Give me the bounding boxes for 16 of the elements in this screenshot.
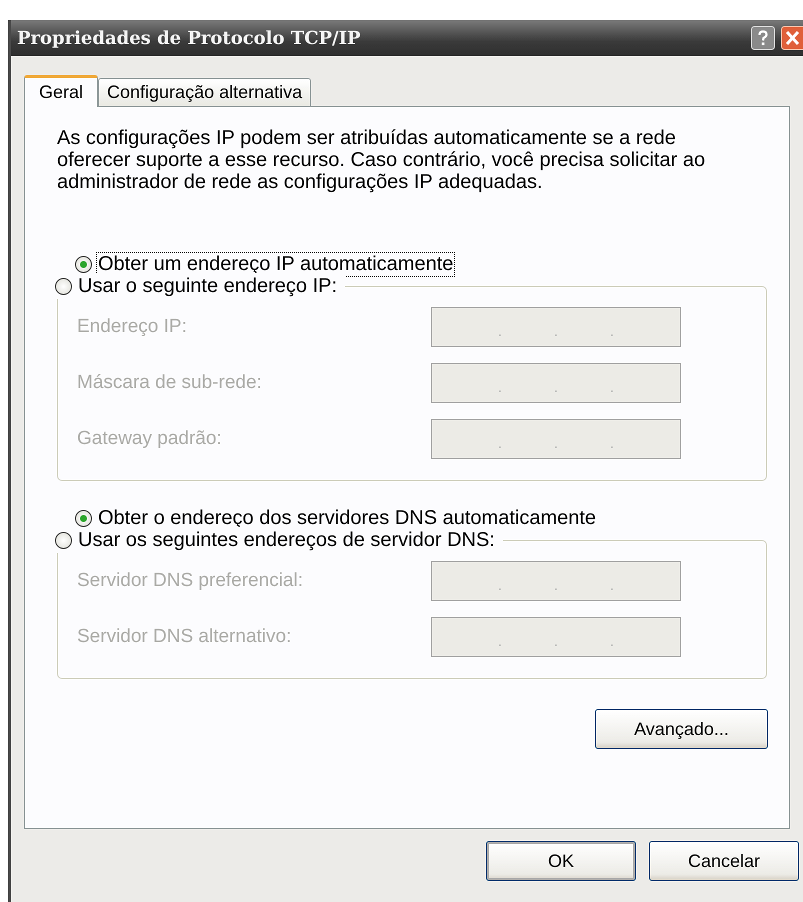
field-label: Endereço IP:: [77, 316, 187, 338]
field-label: Máscara de sub-rede:: [77, 372, 262, 394]
dialog-button[interactable]: Cancelar: [649, 841, 799, 881]
field-label: Servidor DNS preferencial:: [77, 570, 303, 592]
radio-label: Obter o endereço dos servidores DNS automaticamente: [97, 506, 598, 530]
dialog-button[interactable]: OK: [486, 841, 636, 881]
tab[interactable]: Configuração alternativa: [98, 78, 312, 106]
field-label: Gateway padrão:: [77, 428, 222, 450]
help-icon[interactable]: [751, 26, 775, 50]
tab[interactable]: Geral: [24, 75, 98, 107]
window-title: Propriedades de Protocolo TCP/IP: [17, 28, 362, 48]
field-label: Servidor DNS alternativo:: [77, 626, 292, 648]
intro-text: As configurações IP podem ser atribuídas automaticamente se a rede oferecer suporte a esse recurso. Caso contrário, você precisa solicitar ao administrador de rede as configurações IP adequadas.: [57, 127, 706, 193]
advanced-button[interactable]: Avançado...: [595, 709, 768, 749]
radio-label: Usar o seguinte endereço IP:: [77, 274, 338, 298]
close-icon[interactable]: [781, 26, 803, 50]
